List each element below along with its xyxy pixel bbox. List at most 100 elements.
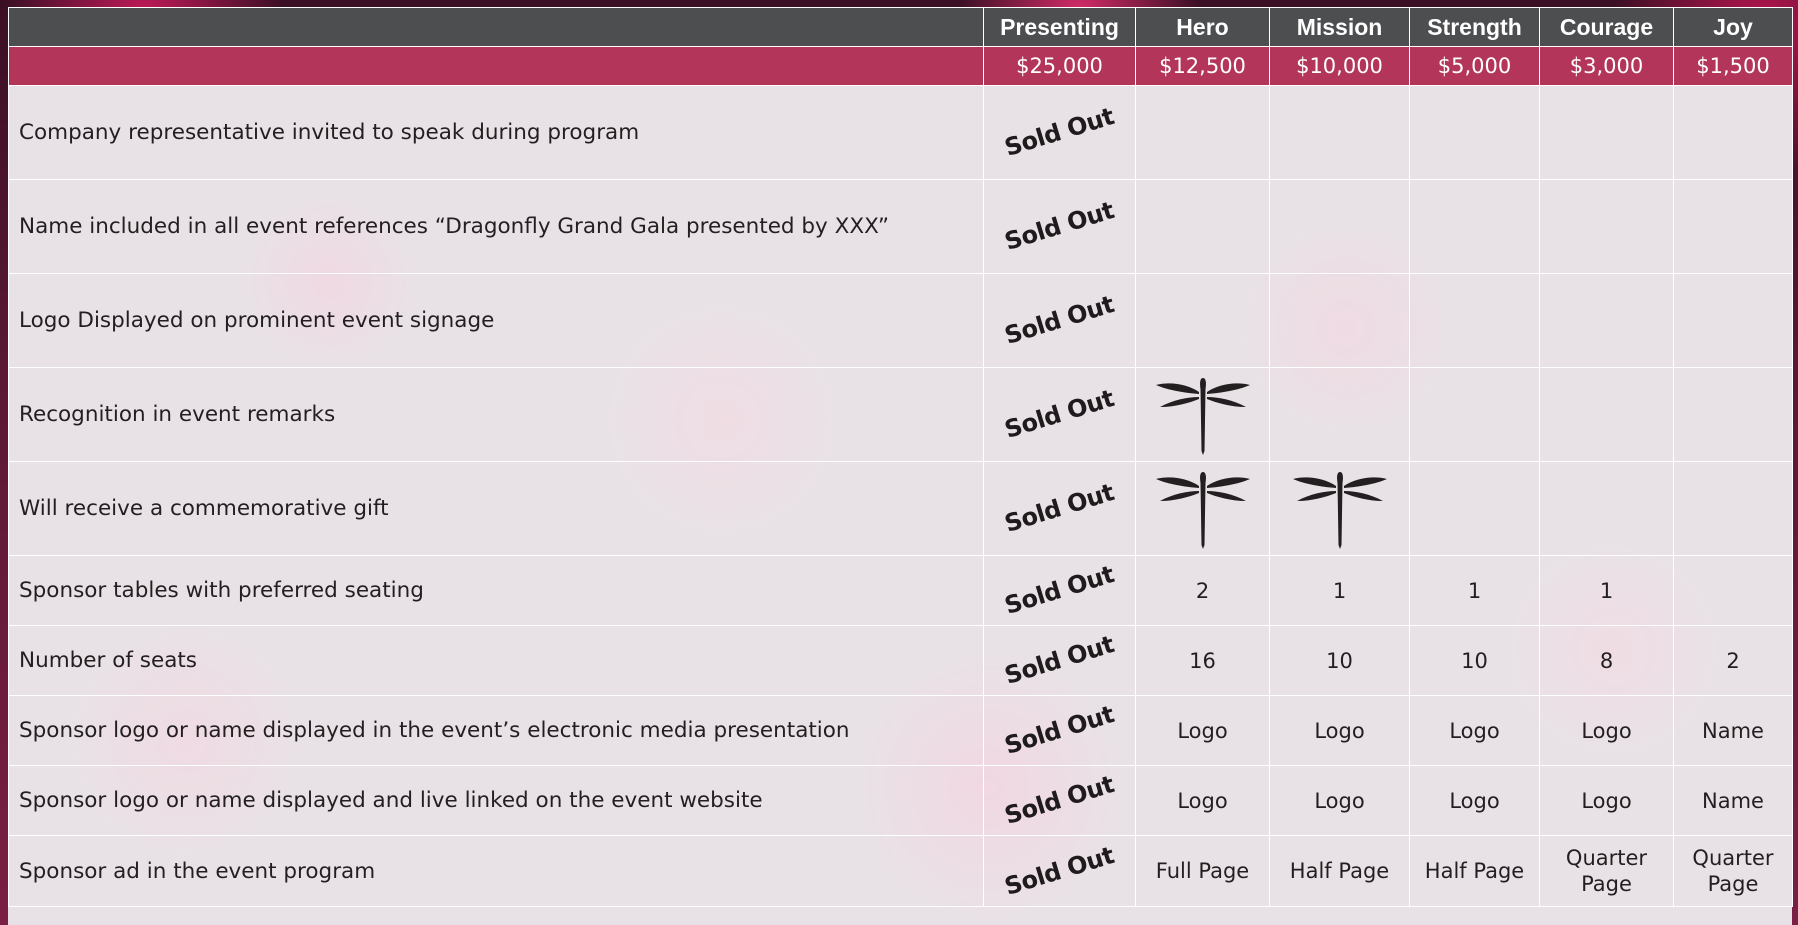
- presenting-cell: Sold Out: [983, 367, 1136, 462]
- sold-out-stamp: Sold Out: [1001, 630, 1118, 690]
- sponsorship-table: Presenting Hero Mission Strength Courage…: [8, 7, 1793, 907]
- price-hero: $12,500: [1135, 46, 1270, 86]
- presenting-cell: Sold Out: [983, 695, 1136, 766]
- presenting-cell: Sold Out: [983, 625, 1136, 696]
- cell-value: Quarter Page: [1692, 846, 1774, 896]
- benefit-row: Name included in all event references “D…: [8, 179, 1793, 274]
- mission-cell: 1: [1269, 555, 1410, 626]
- cell-value: Logo: [1177, 718, 1228, 743]
- courage-cell: [1539, 179, 1674, 274]
- mission-cell: Half Page: [1269, 835, 1410, 907]
- sold-out-stamp: Sold Out: [1001, 102, 1118, 162]
- header-corner: [8, 7, 984, 47]
- presenting-cell: Sold Out: [983, 273, 1136, 368]
- joy-cell: 2: [1673, 625, 1793, 696]
- hero-cell: [1135, 179, 1270, 274]
- price-mission: $10,000: [1269, 46, 1410, 86]
- mission-cell: [1269, 179, 1410, 274]
- joy-cell: [1673, 85, 1793, 180]
- benefit-row: Sponsor tables with preferred seating Sol…: [8, 555, 1793, 626]
- courage-cell: [1539, 85, 1674, 180]
- tier-hero: Hero: [1135, 7, 1270, 47]
- hero-cell: 16: [1135, 625, 1270, 696]
- joy-cell: [1673, 555, 1793, 626]
- benefit-label: Number of seats: [8, 625, 984, 696]
- cell-value: Half Page: [1424, 859, 1525, 883]
- presenting-cell: Sold Out: [983, 555, 1136, 626]
- strength-cell: Logo: [1409, 695, 1540, 766]
- sold-out-stamp: Sold Out: [1001, 770, 1118, 830]
- sold-out-stamp: Sold Out: [1001, 384, 1118, 444]
- benefit-row: Sponsor ad in the event program Sold Out F…: [8, 835, 1793, 907]
- sold-out-stamp: Sold Out: [1001, 478, 1118, 538]
- dragonfly-icon: [1155, 377, 1250, 455]
- hero-cell: Full Page: [1135, 835, 1270, 907]
- strength-cell: [1409, 85, 1540, 180]
- strength-cell: 1: [1409, 555, 1540, 626]
- cell-value: Logo: [1177, 788, 1228, 813]
- cell-value: Logo: [1581, 788, 1632, 813]
- sold-out-stamp: Sold Out: [1001, 196, 1118, 256]
- mission-cell: [1269, 85, 1410, 180]
- mission-cell: 10: [1269, 625, 1410, 696]
- strength-cell: Half Page: [1409, 835, 1540, 907]
- tier-mission: Mission: [1269, 7, 1410, 47]
- benefit-rows: Company representative invited to speak …: [8, 85, 1793, 907]
- cell-value: 10: [1326, 648, 1353, 673]
- cell-value: 2: [1195, 578, 1210, 603]
- cell-value: 1: [1332, 578, 1347, 603]
- dragonfly-icon: [1155, 471, 1250, 549]
- price-row-label: [8, 46, 984, 86]
- joy-cell: [1673, 461, 1793, 556]
- courage-cell: [1539, 461, 1674, 556]
- benefit-label: Company representative invited to speak …: [8, 85, 984, 180]
- benefit-row: Recognition in event remarks Sold Out: [8, 367, 1793, 462]
- tier-presenting: Presenting: [983, 7, 1136, 47]
- tier-courage: Courage: [1539, 7, 1674, 47]
- benefit-label: Will receive a commemorative gift: [8, 461, 984, 556]
- presenting-cell: Sold Out: [983, 835, 1136, 907]
- courage-cell: Logo: [1539, 695, 1674, 766]
- courage-cell: Quarter Page: [1539, 835, 1674, 907]
- cell-value: 8: [1599, 648, 1614, 673]
- strength-cell: [1409, 179, 1540, 274]
- benefit-label: Name included in all event references “D…: [8, 179, 984, 274]
- presenting-cell: Sold Out: [983, 461, 1136, 556]
- joy-cell: Name: [1673, 695, 1793, 766]
- joy-cell: [1673, 273, 1793, 368]
- presenting-cell: Sold Out: [983, 85, 1136, 180]
- joy-cell: Quarter Page: [1673, 835, 1793, 907]
- strength-cell: 10: [1409, 625, 1540, 696]
- mission-cell: Logo: [1269, 695, 1410, 766]
- cell-value: Logo: [1449, 718, 1500, 743]
- hero-cell: 2: [1135, 555, 1270, 626]
- hero-cell: [1135, 367, 1270, 462]
- mission-cell: Logo: [1269, 765, 1410, 836]
- price-strength: $5,000: [1409, 46, 1540, 86]
- cell-value: 16: [1189, 648, 1216, 673]
- mission-cell: [1269, 273, 1410, 368]
- cell-value: 10: [1461, 648, 1488, 673]
- courage-cell: [1539, 273, 1674, 368]
- strength-cell: [1409, 273, 1540, 368]
- hero-cell: [1135, 273, 1270, 368]
- cell-value: Full Page: [1155, 859, 1250, 883]
- mission-cell: [1269, 461, 1410, 556]
- strength-cell: [1409, 461, 1540, 556]
- cell-value: Logo: [1449, 788, 1500, 813]
- joy-cell: [1673, 367, 1793, 462]
- benefit-row: Logo Displayed on prominent event signag…: [8, 273, 1793, 368]
- benefit-row: Sponsor logo or name displayed and live …: [8, 765, 1793, 836]
- cell-value: Quarter Page: [1565, 846, 1648, 896]
- strength-cell: [1409, 367, 1540, 462]
- benefit-label: Recognition in event remarks: [8, 367, 984, 462]
- cell-value: 1: [1599, 578, 1614, 603]
- mission-cell: [1269, 367, 1410, 462]
- cell-value: Logo: [1314, 788, 1365, 813]
- hero-cell: [1135, 85, 1270, 180]
- tier-header-row: Presenting Hero Mission Strength Courage…: [8, 7, 1793, 47]
- price-courage: $3,000: [1539, 46, 1674, 86]
- strength-cell: Logo: [1409, 765, 1540, 836]
- cell-value: 1: [1467, 578, 1482, 603]
- cell-value: Name: [1702, 718, 1764, 743]
